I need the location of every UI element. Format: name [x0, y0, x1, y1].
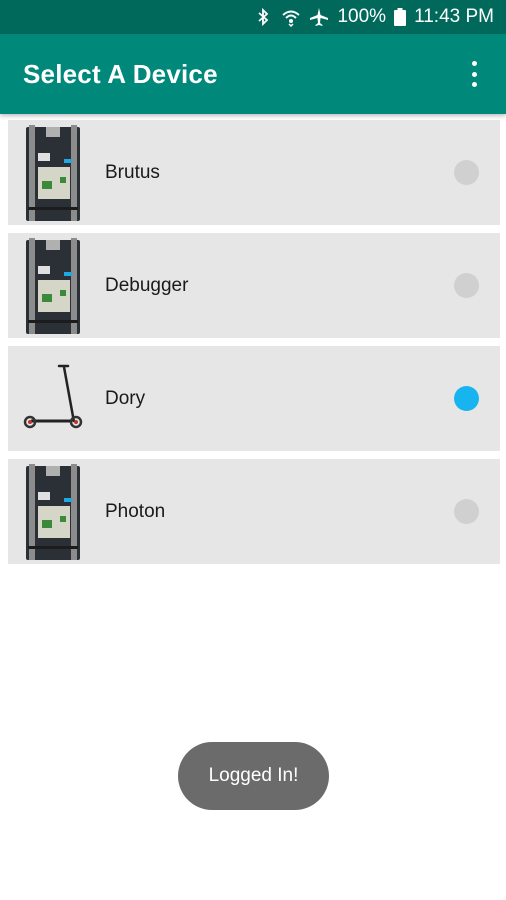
device-board-icon	[22, 236, 84, 336]
overflow-menu-icon[interactable]	[462, 61, 486, 87]
page-title: Select A Device	[23, 58, 218, 89]
list-item[interactable]: Dory	[8, 346, 500, 451]
device-name: Photon	[105, 500, 166, 522]
device-board-icon	[22, 123, 84, 223]
bluetooth-icon	[258, 7, 269, 27]
device-name: Brutus	[105, 161, 160, 183]
device-name: Dory	[105, 387, 146, 409]
scooter-icon	[22, 349, 84, 449]
battery-icon	[394, 8, 407, 26]
battery-percent: 100%	[337, 6, 387, 27]
list-item[interactable]: Debugger	[8, 233, 500, 338]
device-radio[interactable]	[454, 160, 479, 185]
device-radio[interactable]	[454, 273, 479, 298]
device-radio-selected[interactable]	[454, 386, 479, 411]
status-bar: 100% 11:43 PM	[0, 0, 506, 34]
clock: 11:43 PM	[414, 6, 494, 27]
device-name: Debugger	[105, 274, 189, 296]
list-item[interactable]: Brutus	[8, 120, 500, 225]
app-bar: Select A Device	[0, 34, 506, 114]
device-radio[interactable]	[454, 499, 479, 524]
device-list: Brutus Debugger Dory Photon	[8, 120, 500, 572]
wifi-icon	[282, 10, 301, 27]
toast-message: Logged In!	[178, 742, 329, 810]
list-item[interactable]: Photon	[8, 459, 500, 564]
device-board-icon	[22, 462, 84, 562]
airplane-icon	[310, 8, 329, 26]
